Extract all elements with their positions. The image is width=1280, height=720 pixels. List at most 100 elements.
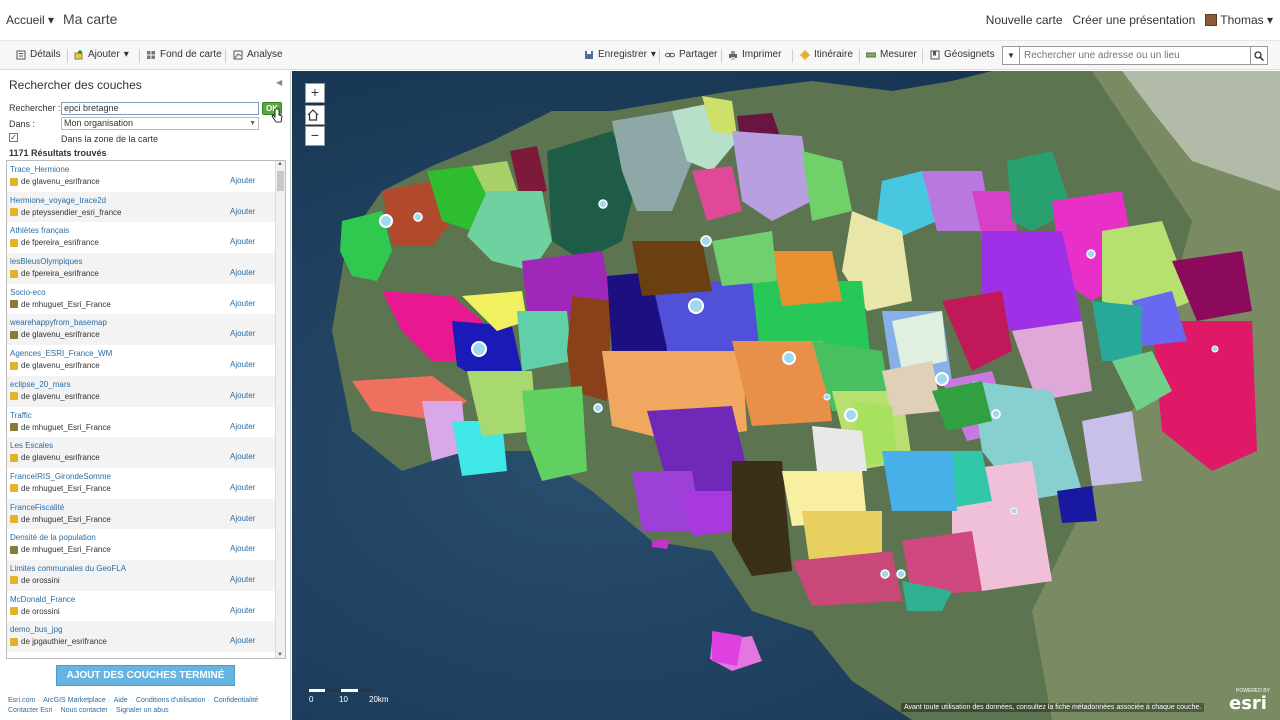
result-title[interactable]: Hermione_voyage_trace2d (10, 196, 106, 205)
map-point[interactable] (1010, 507, 1018, 515)
epci-polygon[interactable] (812, 426, 867, 471)
add-layer-link[interactable]: Ajouter (230, 391, 255, 400)
map-point[interactable] (844, 408, 858, 422)
epci-polygon[interactable] (712, 631, 742, 666)
map-point[interactable] (991, 409, 1001, 419)
map-point[interactable] (782, 351, 796, 365)
map-extent-checkbox[interactable]: ✓ (9, 133, 18, 142)
epci-polygon[interactable] (892, 311, 947, 371)
add-layer-link[interactable]: Ajouter (230, 268, 255, 277)
footer-link[interactable]: Conditions d'utilisation (136, 697, 205, 704)
zoom-in-button[interactable]: + (305, 83, 325, 103)
result-title[interactable]: Agences_ESRI_France_WM (10, 349, 112, 358)
result-title[interactable]: eclipse_20_mars (10, 380, 70, 389)
search-source-dropdown[interactable]: ▼ (1003, 47, 1020, 64)
result-title[interactable]: McDonald_France (10, 595, 75, 604)
epci-polygon[interactable] (1057, 486, 1097, 523)
result-title[interactable]: Limites communales du GeoFLA (10, 564, 126, 573)
map-point[interactable] (1211, 345, 1219, 353)
measure-button[interactable]: Mesurer (866, 49, 917, 60)
result-title[interactable]: Trace_Hermione (10, 165, 69, 174)
result-title[interactable]: FranceIRIS_GirondeSomme (10, 472, 111, 481)
map-point[interactable] (1086, 249, 1096, 259)
map-point[interactable] (688, 298, 704, 314)
result-title[interactable]: demo_bus_jpg (10, 625, 62, 634)
save-button[interactable]: Enregistrer ▾ (584, 49, 656, 60)
details-button[interactable]: Détails (16, 49, 61, 60)
add-layer-link[interactable]: Ajouter (230, 299, 255, 308)
footer-link[interactable]: Esri.com (8, 697, 35, 704)
footer-link[interactable]: Confidentialité (214, 697, 258, 704)
add-layer-link[interactable]: Ajouter (230, 575, 255, 584)
scroll-up-icon[interactable]: ▲ (277, 161, 283, 167)
result-title[interactable]: Athlètes français (10, 226, 69, 235)
basemap-button[interactable]: Fond de carte (146, 49, 222, 60)
result-title[interactable]: Traffic (10, 411, 32, 420)
epci-polygon[interactable] (882, 451, 957, 511)
map-point[interactable] (935, 372, 949, 386)
map-point[interactable] (598, 199, 608, 209)
add-layer-link[interactable]: Ajouter (230, 636, 255, 645)
add-button[interactable]: Ajouter ▾ (74, 49, 129, 60)
map-point[interactable] (379, 214, 393, 228)
footer-link[interactable]: Nous contacter (61, 707, 108, 714)
add-layer-link[interactable]: Ajouter (230, 483, 255, 492)
add-layer-link[interactable]: Ajouter (230, 360, 255, 369)
epci-polygon[interactable] (517, 311, 572, 371)
directions-button[interactable]: Itinéraire (800, 49, 853, 60)
map-point[interactable] (823, 393, 831, 401)
epci-polygon[interactable] (772, 251, 842, 306)
add-layer-link[interactable]: Ajouter (230, 176, 255, 185)
result-title[interactable]: Densité de la population (10, 533, 96, 542)
footer-link[interactable]: Aide (114, 697, 128, 704)
add-layer-link[interactable]: Ajouter (230, 422, 255, 431)
address-search-input[interactable] (1021, 47, 1250, 64)
add-layer-link[interactable]: Ajouter (230, 544, 255, 553)
footer-link[interactable]: Signaler un abus (116, 707, 169, 714)
measure-label: Mesurer (880, 49, 917, 60)
print-button[interactable]: Imprimer (728, 49, 781, 60)
add-layer-link[interactable]: Ajouter (230, 207, 255, 216)
analysis-button[interactable]: Analyse (233, 49, 283, 60)
map-point[interactable] (593, 403, 603, 413)
result-title[interactable]: FranceFiscalité (10, 503, 64, 512)
add-layer-link[interactable]: Ajouter (230, 514, 255, 523)
create-presentation-link[interactable]: Créer une présentation (1073, 13, 1196, 27)
add-layer-link[interactable]: Ajouter (230, 329, 255, 338)
map-point[interactable] (471, 341, 487, 357)
epci-polygon[interactable] (567, 296, 612, 401)
done-adding-layers-button[interactable]: AJOUT DES COUCHES TERMINÉ (56, 665, 235, 686)
map-point[interactable] (896, 569, 906, 579)
results-scrollbar[interactable]: ▲ ▼ (275, 161, 285, 658)
home-menu[interactable]: Accueil ▾ (6, 13, 54, 27)
map-canvas[interactable] (292, 71, 1280, 720)
esri-logo[interactable]: esri (1229, 693, 1267, 714)
user-menu[interactable]: Thomas ▾ (1205, 13, 1273, 27)
scroll-thumb[interactable] (277, 171, 284, 191)
result-title[interactable]: Les Escales (10, 441, 53, 450)
footer-link[interactable]: ArcGIS Marketplace (43, 697, 106, 704)
collapse-panel-icon[interactable]: ◀ (276, 78, 282, 87)
search-button[interactable] (1250, 47, 1267, 64)
result-title[interactable]: Socio-eco (10, 288, 46, 297)
add-layer-link[interactable]: Ajouter (230, 452, 255, 461)
share-button[interactable]: Partager (665, 49, 717, 60)
footer-link[interactable]: Contacter Esri (8, 707, 52, 714)
epci-polygon[interactable] (1082, 411, 1142, 486)
new-map-link[interactable]: Nouvelle carte (986, 13, 1063, 27)
epci-polygon[interactable] (632, 241, 712, 296)
map-point[interactable] (413, 212, 423, 222)
add-layer-link[interactable]: Ajouter (230, 606, 255, 615)
zoom-out-button[interactable]: − (305, 126, 325, 146)
result-title[interactable]: wearehappyfrom_basemap (10, 318, 107, 327)
scope-select[interactable]: Mon organisation ▼ (61, 117, 259, 130)
map-point[interactable] (700, 235, 712, 247)
map-view[interactable]: + − 0 10 20km Avant toute utilisation de… (292, 71, 1280, 720)
bookmarks-button[interactable]: Géosignets (930, 49, 995, 60)
add-layer-link[interactable]: Ajouter (230, 237, 255, 246)
home-button[interactable] (305, 105, 325, 125)
result-title[interactable]: lesBleusOlympiques (10, 257, 82, 266)
layer-search-input[interactable]: epci bretagne (61, 102, 259, 115)
map-point[interactable] (880, 569, 890, 579)
scroll-down-icon[interactable]: ▼ (277, 652, 283, 658)
